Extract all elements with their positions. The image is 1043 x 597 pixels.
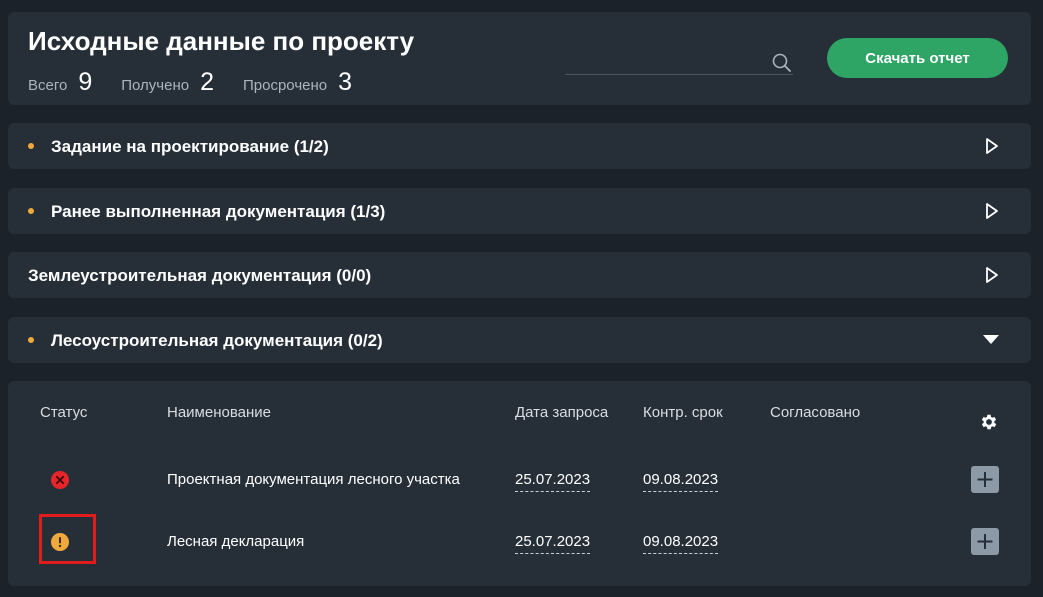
plus-icon [977,534,993,549]
row-name: Лесная декларация [167,533,305,550]
status-dot [28,143,34,149]
row-name: Проектная документация лесного участка [167,471,460,488]
plus-icon [977,472,993,487]
column-header-status: Статус [40,404,88,421]
row-request-date[interactable]: 25.07.2023 [515,533,591,554]
column-header-name: Наименование [167,404,271,421]
stat-overdue-value: 3 [338,68,353,96]
section-label: Ранее выполненная документация (1/3) [51,202,386,221]
page-title: Исходные данные по проекту [28,26,415,56]
stat-overdue-label: Просрочено [243,77,328,94]
stat-received: Получено 2 [121,68,214,97]
section-label: Задание на проектирование (1/2) [51,137,329,156]
status-dot [28,337,34,343]
gear-icon[interactable] [979,412,999,432]
stat-total-value: 9 [78,68,93,96]
stat-overdue: Просрочено 3 [243,68,352,97]
stat-total: Всего 9 [28,68,92,97]
row-deadline[interactable]: 09.08.2023 [643,471,719,492]
column-header-approved: Согласовано [770,404,861,421]
search-field [565,50,793,75]
stat-received-label: Получено [121,77,190,94]
add-button[interactable] [971,466,999,493]
search-input[interactable] [565,50,765,74]
section-previous-docs[interactable]: Ранее выполненная документация (1/3) [8,188,1031,234]
status-dot [28,208,34,214]
stat-total-label: Всего [28,77,68,94]
section-label: Лесоустроительная документация (0/2) [51,331,383,350]
section-design-assignment[interactable]: Задание на проектирование (1/2) [8,123,1031,169]
section-land-docs[interactable]: Землеустроительная документация (0/0) [8,252,1031,298]
section-label: Землеустроительная документация (0/0) [28,266,372,285]
stat-received-value: 2 [200,68,214,96]
triangle-down-icon[interactable] [981,330,1001,350]
header-panel: Исходные данные по проекту Всего 9 Получ… [8,12,1031,105]
add-button[interactable] [971,528,999,555]
documents-table: Статус Наименование Дата запроса Контр. … [8,381,1031,586]
highlight-box [39,514,96,564]
stats-bar: Всего 9 Получено 2 Просрочено 3 [28,68,352,97]
column-header-request-date: Дата запроса [515,404,609,421]
play-outline-icon[interactable] [981,136,1001,156]
search-icon[interactable] [771,52,793,74]
row-deadline[interactable]: 09.08.2023 [643,533,719,554]
section-forest-docs[interactable]: Лесоустроительная документация (0/2) [8,317,1031,363]
row-request-date[interactable]: 25.07.2023 [515,471,591,492]
play-outline-icon[interactable] [981,201,1001,221]
column-header-deadline: Контр. срок [643,404,723,421]
play-outline-icon[interactable] [981,265,1001,285]
download-report-button[interactable]: Скачать отчет [827,38,1008,78]
x-circle-icon [51,471,69,489]
